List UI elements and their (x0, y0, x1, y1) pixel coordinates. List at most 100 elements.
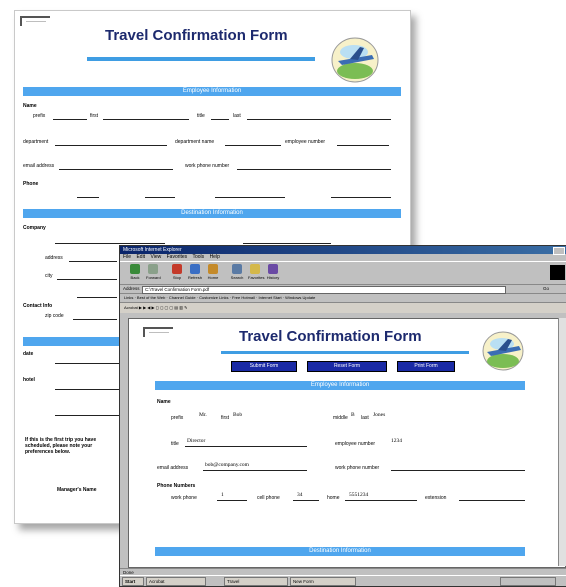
paper-line (247, 119, 391, 120)
print-form-button[interactable]: Print Form (397, 361, 455, 372)
paper-company-label: Company (23, 225, 46, 231)
paper-title: Travel Confirmation Form (105, 27, 288, 44)
menu-favorites[interactable]: Favorites (167, 254, 188, 260)
refresh-icon (190, 264, 200, 274)
link-item[interactable]: Internet Start (258, 295, 281, 300)
paper-first: first (90, 113, 99, 119)
go-button[interactable]: Go (543, 285, 549, 293)
paper-line (57, 279, 117, 280)
links-bar: Links · Best of the Web · Channel Guide … (120, 294, 566, 303)
paper-date-label: date (23, 351, 34, 357)
web-home-label: home (327, 495, 340, 501)
menu-help[interactable]: Help (210, 254, 220, 260)
address-bar: Address C:\Travel Confirmation Form.pdf … (120, 285, 566, 294)
refresh-label: Refresh (188, 275, 203, 280)
menu-file[interactable]: File (123, 254, 131, 260)
menu-edit[interactable]: Edit (136, 254, 145, 260)
web-work-phone-label: work phone number (335, 465, 380, 471)
favorites-icon (250, 264, 260, 274)
history-button[interactable]: History (266, 264, 280, 280)
window-controls[interactable] (553, 247, 565, 255)
paper-phone-label: Phone (23, 181, 39, 187)
submit-form-button[interactable]: Submit Form (231, 361, 297, 372)
employee-number-field[interactable]: 1234 (391, 438, 402, 444)
paper-line (331, 197, 391, 198)
address-input[interactable]: C:\Travel Confirmation Form.pdf (142, 286, 506, 294)
menu-view[interactable]: View (150, 254, 161, 260)
history-label: History (266, 275, 280, 280)
home-button[interactable]: Home (206, 264, 220, 280)
paper-line (215, 197, 285, 198)
title-underline (185, 446, 307, 447)
reset-form-button[interactable]: Reset Form (307, 361, 387, 372)
airplane-icon (482, 331, 524, 371)
web-last-label: last (361, 415, 369, 421)
web-name-label: Name (157, 399, 171, 405)
vertical-scrollbar[interactable] (558, 318, 566, 566)
forward-button[interactable]: Forward (146, 264, 161, 280)
web-employee-number-label: employee number (335, 441, 376, 447)
acrobat-toolbar: Acrobat ▶ ▶ ◀ ▶ ◻ ◻ ▢ ▢ ▤ ▥ ✎ (120, 303, 566, 313)
link-item[interactable]: Windows Update (285, 295, 315, 300)
web-form-title: Travel Confirmation Form (239, 328, 422, 345)
search-button[interactable]: Search (230, 264, 244, 280)
refresh-button[interactable]: Refresh (188, 264, 202, 280)
paper-section-employee: Employee Information (23, 87, 401, 96)
paper-line (55, 363, 119, 364)
menu-tools[interactable]: Tools (192, 254, 204, 260)
extension-underline[interactable] (459, 500, 525, 501)
last-name-field[interactable]: Jones (373, 412, 385, 418)
home-label: Home (207, 275, 219, 280)
paper-line (55, 415, 119, 416)
prefix-field[interactable]: Mr. (199, 412, 207, 418)
workphone-underline (217, 500, 247, 501)
link-item[interactable]: Free Hotmail (232, 295, 255, 300)
paper-zip: zip code (45, 313, 64, 319)
home-underline (345, 500, 417, 501)
web-first-label: first (221, 415, 230, 421)
page-content: ———— Travel Confirmation Form Submit For… (128, 318, 566, 568)
paper-line (77, 197, 99, 198)
cellphone-field[interactable]: 34 (297, 492, 303, 498)
paper-email: email address (23, 163, 55, 169)
web-title-label: title (171, 441, 179, 447)
title-field[interactable]: Director (187, 438, 205, 444)
link-item[interactable]: Customize Links (199, 295, 228, 300)
paper-notes: If this is the first trip you have sched… (25, 437, 97, 455)
back-button[interactable]: Back (128, 264, 142, 280)
middle-name-field[interactable]: B (351, 412, 355, 418)
web-section-destination: Destination Information (155, 547, 525, 556)
link-item[interactable]: Channel Guide (169, 295, 196, 300)
paper-name-label: Name (23, 103, 37, 109)
paper-line (337, 145, 389, 146)
form-tag: ———— (20, 16, 50, 26)
paper-line (103, 119, 189, 120)
links-label: Links (124, 295, 134, 300)
toolbar: Back Forward Stop Refresh Home Search Fa… (120, 261, 566, 285)
web-email-label: email address (157, 465, 189, 471)
email-field[interactable]: bob@company.com (205, 462, 249, 468)
paper-line (55, 243, 165, 244)
favorites-button[interactable]: Favorites (248, 264, 264, 280)
stop-button[interactable]: Stop (170, 264, 184, 280)
link-item[interactable]: Best of the Web (137, 295, 165, 300)
forward-label: Forward (146, 275, 161, 280)
paper-line (77, 297, 117, 298)
web-phone-label: Phone Numbers (157, 483, 196, 489)
web-section-employee: Employee Information (155, 381, 525, 390)
menu-bar: File Edit View Favorites Tools Help (120, 254, 566, 261)
stop-icon (172, 264, 182, 274)
workphone-field[interactable]: 1 (221, 492, 224, 498)
home-phone-field[interactable]: 5551234 (349, 492, 368, 498)
paper-employee-number: employee number (285, 139, 326, 145)
ie-logo-icon (550, 265, 565, 280)
paper-work-phone: work phone number (185, 163, 230, 169)
paper-hotel-label: hotel (23, 377, 35, 383)
work-phone-underline[interactable] (391, 470, 525, 471)
web-form-tag: ———— (143, 327, 173, 337)
paper-prefix: prefix (33, 113, 46, 119)
stop-label: Stop (172, 275, 182, 280)
paper-line (55, 389, 119, 390)
paper-department: department (23, 139, 49, 145)
first-name-field[interactable]: Bob (233, 412, 242, 418)
